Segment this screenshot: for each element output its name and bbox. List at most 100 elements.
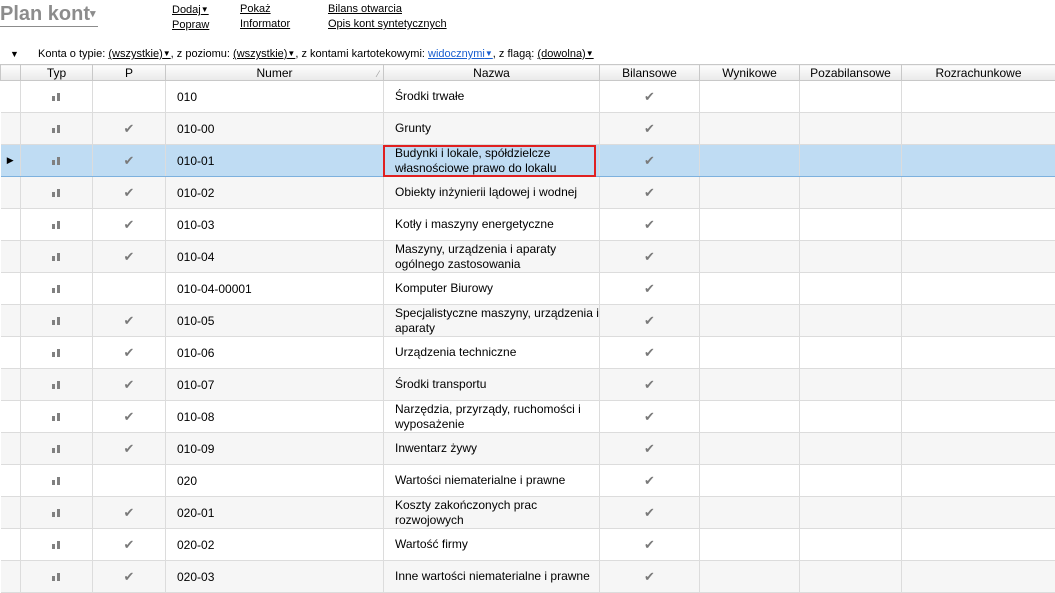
opening-balance-link[interactable]: Bilans otwarcia (328, 2, 447, 17)
filter-collapse-icon[interactable]: ▼ (10, 47, 20, 61)
menu-group-view: Pokaż Informator (240, 2, 290, 32)
cell-p: ✔ (93, 177, 166, 209)
row-selector[interactable] (1, 465, 21, 497)
table-row[interactable]: ✔010-09Inwentarz żywy✔ (1, 433, 1055, 465)
filter-flag-label: , z flagą: (493, 48, 535, 60)
filter-type-label: Konta o typie: (38, 48, 105, 60)
row-selector[interactable] (1, 337, 21, 369)
cell-typ (21, 337, 93, 369)
bar-chart-icon (52, 445, 61, 453)
cell-nazwa: Urządzenia techniczne (384, 337, 600, 369)
table-row[interactable]: 020Wartości niematerialne i prawne✔ (1, 465, 1055, 497)
table-row[interactable]: ✔010-02Obiekty inżynierii lądowej i wodn… (1, 177, 1055, 209)
cell-pozabilansowe (800, 561, 902, 593)
row-selector[interactable] (1, 241, 21, 273)
cell-bilansowe: ✔ (600, 433, 700, 465)
filter-card-dropdown[interactable]: widocznymi▼ (428, 48, 493, 60)
row-selector[interactable]: ▶ (1, 145, 21, 177)
row-selector[interactable] (1, 369, 21, 401)
row-selector[interactable] (1, 433, 21, 465)
cell-nazwa: Koszty zakończonych prac rozwojowych (384, 497, 600, 529)
col-header-wynikowe[interactable]: Wynikowe (700, 65, 800, 81)
check-icon: ✔ (644, 537, 655, 552)
table-row[interactable]: ✔010-08Narzędzia, przyrządy, ruchomości … (1, 401, 1055, 433)
cell-pozabilansowe (800, 145, 902, 177)
table-row[interactable]: ✔010-03Kotły i maszyny energetyczne✔ (1, 209, 1055, 241)
cell-rozrachunkowe (902, 273, 1055, 305)
table-row[interactable]: ✔010-04Maszyny, urządzenia i aparaty ogó… (1, 241, 1055, 273)
table-row[interactable]: ✔020-02Wartość firmy✔ (1, 529, 1055, 561)
row-selector[interactable] (1, 81, 21, 113)
cell-p: ✔ (93, 369, 166, 401)
show-menu-link[interactable]: Pokaż (240, 2, 290, 17)
cell-pozabilansowe (800, 113, 902, 145)
table-row[interactable]: ✔020-03Inne wartości niematerialne i pra… (1, 561, 1055, 593)
bar-chart-icon (52, 477, 61, 485)
col-header-pozabilansowe[interactable]: Pozabilansowe (800, 65, 902, 81)
filter-flag-dropdown[interactable]: (dowolna)▼ (537, 48, 593, 60)
row-selector[interactable] (1, 497, 21, 529)
col-header-typ[interactable]: Typ (21, 65, 93, 81)
table-row[interactable]: 010-04-00001Komputer Biurowy✔ (1, 273, 1055, 305)
cell-rozrachunkowe (902, 433, 1055, 465)
cell-p: ✔ (93, 145, 166, 177)
add-menu-link[interactable]: Dodaj▼ (172, 2, 209, 18)
bar-chart-icon (52, 125, 61, 133)
cell-typ (21, 529, 93, 561)
cell-numer: 020-02 (166, 529, 384, 561)
row-selector[interactable] (1, 529, 21, 561)
cell-rozrachunkowe (902, 241, 1055, 273)
check-icon: ✔ (124, 441, 135, 456)
cell-numer: 010-01 (166, 145, 384, 177)
cell-rozrachunkowe (902, 561, 1055, 593)
cell-nazwa: Budynki i lokale, spółdzielcze własności… (384, 145, 600, 177)
row-selector[interactable] (1, 561, 21, 593)
check-icon: ✔ (644, 505, 655, 520)
col-header-numer[interactable]: Numer⁄ (166, 65, 384, 81)
row-selector[interactable] (1, 209, 21, 241)
cell-bilansowe: ✔ (600, 209, 700, 241)
informator-menu-link[interactable]: Informator (240, 17, 290, 32)
col-header-nazwa[interactable]: Nazwa (384, 65, 600, 81)
table-row[interactable]: 010Środki trwałe✔ (1, 81, 1055, 113)
cell-bilansowe: ✔ (600, 369, 700, 401)
cell-bilansowe: ✔ (600, 273, 700, 305)
row-selector[interactable] (1, 177, 21, 209)
table-row[interactable]: ✔010-07Środki transportu✔ (1, 369, 1055, 401)
col-header-rozrachunkowe[interactable]: Rozrachunkowe (902, 65, 1055, 81)
synthetic-accounts-description-link[interactable]: Opis kont syntetycznych (328, 17, 447, 32)
cell-bilansowe: ✔ (600, 81, 700, 113)
table-row[interactable]: ✔010-05Specjalistyczne maszyny, urządzen… (1, 305, 1055, 337)
cell-nazwa: Wartość firmy (384, 529, 600, 561)
row-selector[interactable] (1, 273, 21, 305)
table-row[interactable]: ✔010-06Urządzenia techniczne✔ (1, 337, 1055, 369)
filter-type-dropdown[interactable]: (wszystkie)▼ (108, 48, 170, 60)
filter-level-dropdown[interactable]: (wszystkie)▼ (233, 48, 295, 60)
check-icon: ✔ (644, 281, 655, 296)
cell-nazwa: Komputer Biurowy (384, 273, 600, 305)
row-selector[interactable] (1, 305, 21, 337)
table-row[interactable]: ✔010-00Grunty✔ (1, 113, 1055, 145)
col-header-bilansowe[interactable]: Bilansowe (600, 65, 700, 81)
edit-menu-link[interactable]: Popraw (172, 18, 209, 33)
cell-pozabilansowe (800, 497, 902, 529)
cell-p: ✔ (93, 401, 166, 433)
check-icon: ✔ (124, 313, 135, 328)
check-icon: ✔ (644, 473, 655, 488)
cell-typ (21, 177, 93, 209)
title-dropdown-icon[interactable]: ▾ (90, 8, 96, 20)
row-selector[interactable] (1, 401, 21, 433)
cell-numer: 020 (166, 465, 384, 497)
cell-wynikowe (700, 529, 800, 561)
bar-chart-icon (52, 509, 61, 517)
row-selector[interactable] (1, 113, 21, 145)
check-icon: ✔ (644, 441, 655, 456)
page-title[interactable]: Plan kont▾ (0, 2, 98, 27)
table-row[interactable]: ▶ ✔010-01Budynki i lokale, spółdzielcze w… (1, 145, 1055, 177)
cell-pozabilansowe (800, 81, 902, 113)
cell-numer: 010-03 (166, 209, 384, 241)
cell-wynikowe (700, 401, 800, 433)
col-header-p[interactable]: P (93, 65, 166, 81)
check-icon: ✔ (644, 345, 655, 360)
table-row[interactable]: ✔020-01Koszty zakończonych prac rozwojow… (1, 497, 1055, 529)
